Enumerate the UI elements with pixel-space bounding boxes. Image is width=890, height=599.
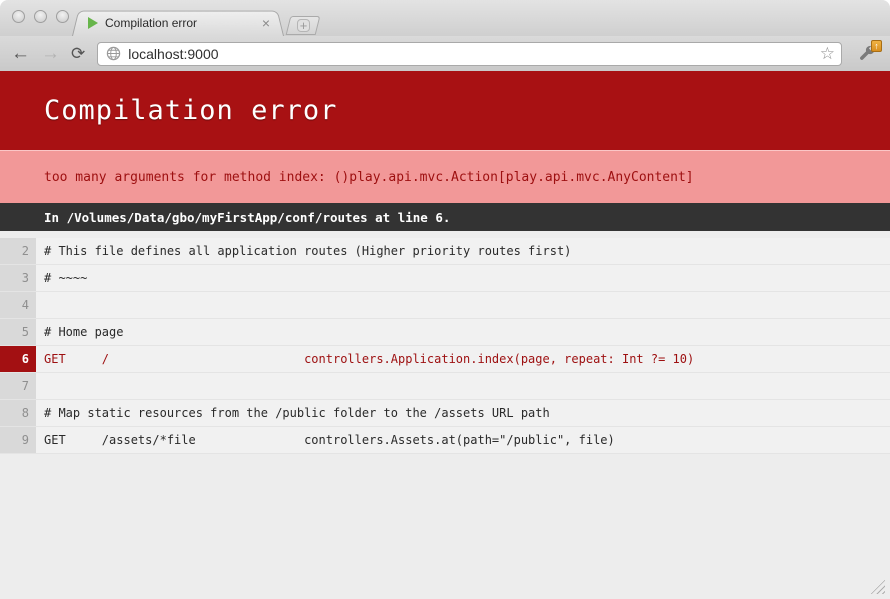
window-zoom-button[interactable] — [56, 10, 69, 23]
code-line-3: 3# ~~~~ — [0, 265, 890, 292]
code-text: GET / controllers.Application.index(page… — [36, 346, 890, 372]
error-location-suffix: at line 6. — [368, 210, 451, 225]
tab-strip: Compilation error × + — [0, 0, 890, 36]
line-number: 9 — [0, 427, 36, 453]
line-number: 3 — [0, 265, 36, 291]
code-text: # ~~~~ — [36, 265, 890, 291]
error-location-path: /Volumes/Data/gbo/myFirstApp/conf/routes — [67, 210, 368, 225]
line-number: 5 — [0, 319, 36, 345]
window-controls — [12, 10, 69, 23]
code-line-7: 7 — [0, 373, 890, 400]
url-input[interactable]: localhost:9000 — [128, 46, 820, 62]
browser-toolbar: ← → ⟳ localhost:9000 ☆ ↑ — [0, 36, 890, 71]
code-text — [36, 373, 890, 399]
window-minimize-button[interactable] — [34, 10, 47, 23]
tab-title: Compilation error — [105, 16, 256, 30]
line-number: 7 — [0, 373, 36, 399]
resize-grip[interactable] — [870, 579, 885, 594]
reload-button[interactable]: ⟳ — [71, 44, 85, 63]
play-framework-favicon-icon — [88, 17, 98, 29]
error-location-bar: In /Volumes/Data/gbo/myFirstApp/conf/rou… — [0, 203, 890, 231]
code-line-5: 5# Home page — [0, 319, 890, 346]
menu-wrench-button[interactable]: ↑ — [852, 42, 882, 66]
browser-window: Compilation error × + ← → ⟳ localhost:90… — [0, 0, 890, 599]
globe-icon — [106, 46, 121, 61]
line-number: 2 — [0, 238, 36, 264]
code-text — [36, 292, 890, 318]
code-text: # This file defines all application rout… — [36, 238, 890, 264]
error-message: too many arguments for method index: ()p… — [44, 170, 694, 185]
code-line-2: 2# This file defines all application rou… — [0, 238, 890, 265]
tab-close-icon[interactable]: × — [262, 16, 270, 30]
line-number: 4 — [0, 292, 36, 318]
tab-compilation-error[interactable]: Compilation error × — [78, 9, 278, 36]
back-button[interactable]: ← — [11, 44, 30, 63]
page-background — [0, 454, 890, 599]
code-line-8: 8# Map static resources from the /public… — [0, 400, 890, 427]
line-number: 8 — [0, 400, 36, 426]
new-tab-button[interactable]: + — [286, 16, 321, 35]
bookmark-star-icon[interactable]: ☆ — [820, 45, 835, 62]
error-message-bar: too many arguments for method index: ()p… — [0, 150, 890, 203]
page-title: Compilation error — [44, 95, 337, 126]
address-bar[interactable]: localhost:9000 ☆ — [97, 42, 842, 66]
code-line-6: 6GET / controllers.Application.index(pag… — [0, 346, 890, 373]
new-tab-plus-icon: + — [297, 19, 310, 32]
line-number: 6 — [0, 346, 36, 372]
forward-button[interactable]: → — [41, 44, 60, 63]
code-listing: 2# This file defines all application rou… — [0, 238, 890, 454]
code-text: GET /assets/*file controllers.Assets.at(… — [36, 427, 890, 453]
error-header: Compilation error — [0, 71, 890, 150]
code-line-4: 4 — [0, 292, 890, 319]
code-line-9: 9GET /assets/*file controllers.Assets.at… — [0, 427, 890, 454]
error-location-prefix: In — [44, 210, 67, 225]
code-text: # Home page — [36, 319, 890, 345]
code-text: # Map static resources from the /public … — [36, 400, 890, 426]
update-badge-icon: ↑ — [871, 40, 882, 52]
window-close-button[interactable] — [12, 10, 25, 23]
